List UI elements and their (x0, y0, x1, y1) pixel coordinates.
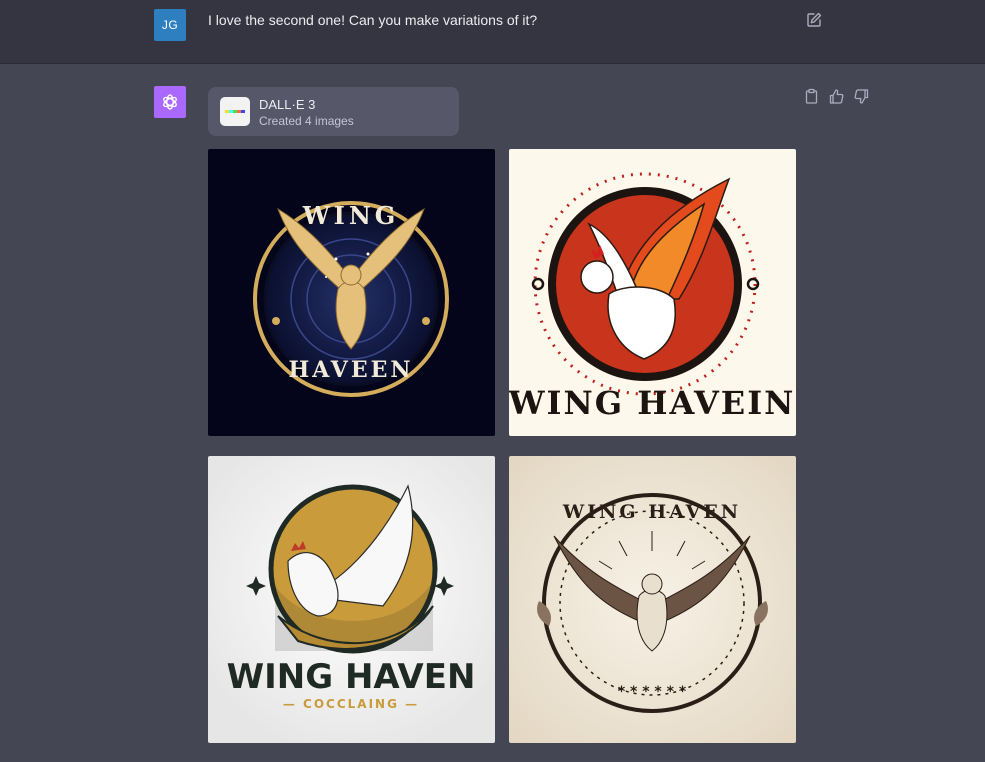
tool-status: Created 4 images (259, 114, 354, 128)
dalle-tool-card[interactable]: DALL·E 3 Created 4 images (208, 87, 459, 136)
image-1-top-text: WING (302, 201, 400, 230)
generated-image-1[interactable]: WING HAVEEN (208, 149, 495, 436)
openai-logo-icon (163, 94, 177, 110)
user-avatar: JG (154, 9, 186, 41)
generated-image-4[interactable]: WING HAVEN * * * * * * (509, 456, 796, 743)
thumbs-up-icon[interactable] (828, 88, 845, 105)
image-3-text: WING HAVEN (227, 657, 476, 697)
image-3-subtext: — COCCLAING — (283, 697, 419, 711)
image-4-text: WING HAVEN (562, 501, 741, 523)
image-1-bottom-text: HAVEEN (289, 357, 414, 383)
edit-icon[interactable] (805, 11, 823, 29)
clipboard-icon[interactable] (803, 88, 820, 105)
generated-image-3[interactable]: WING HAVEN — COCCLAING — (208, 456, 495, 743)
assistant-avatar (154, 86, 186, 118)
image-2-text: WING HAVEIN (509, 384, 795, 422)
tool-name: DALL·E 3 (259, 97, 316, 112)
image-4-stars: * * * * * * (618, 684, 687, 700)
thumbs-down-icon[interactable] (853, 88, 870, 105)
generated-image-2[interactable]: WING HAVEIN (509, 149, 796, 436)
message-actions (803, 88, 870, 105)
dalle-thumbnail (220, 97, 250, 126)
user-message-row: JG I love the second one! Can you make v… (0, 0, 985, 64)
user-message-text: I love the second one! Can you make vari… (208, 12, 538, 28)
